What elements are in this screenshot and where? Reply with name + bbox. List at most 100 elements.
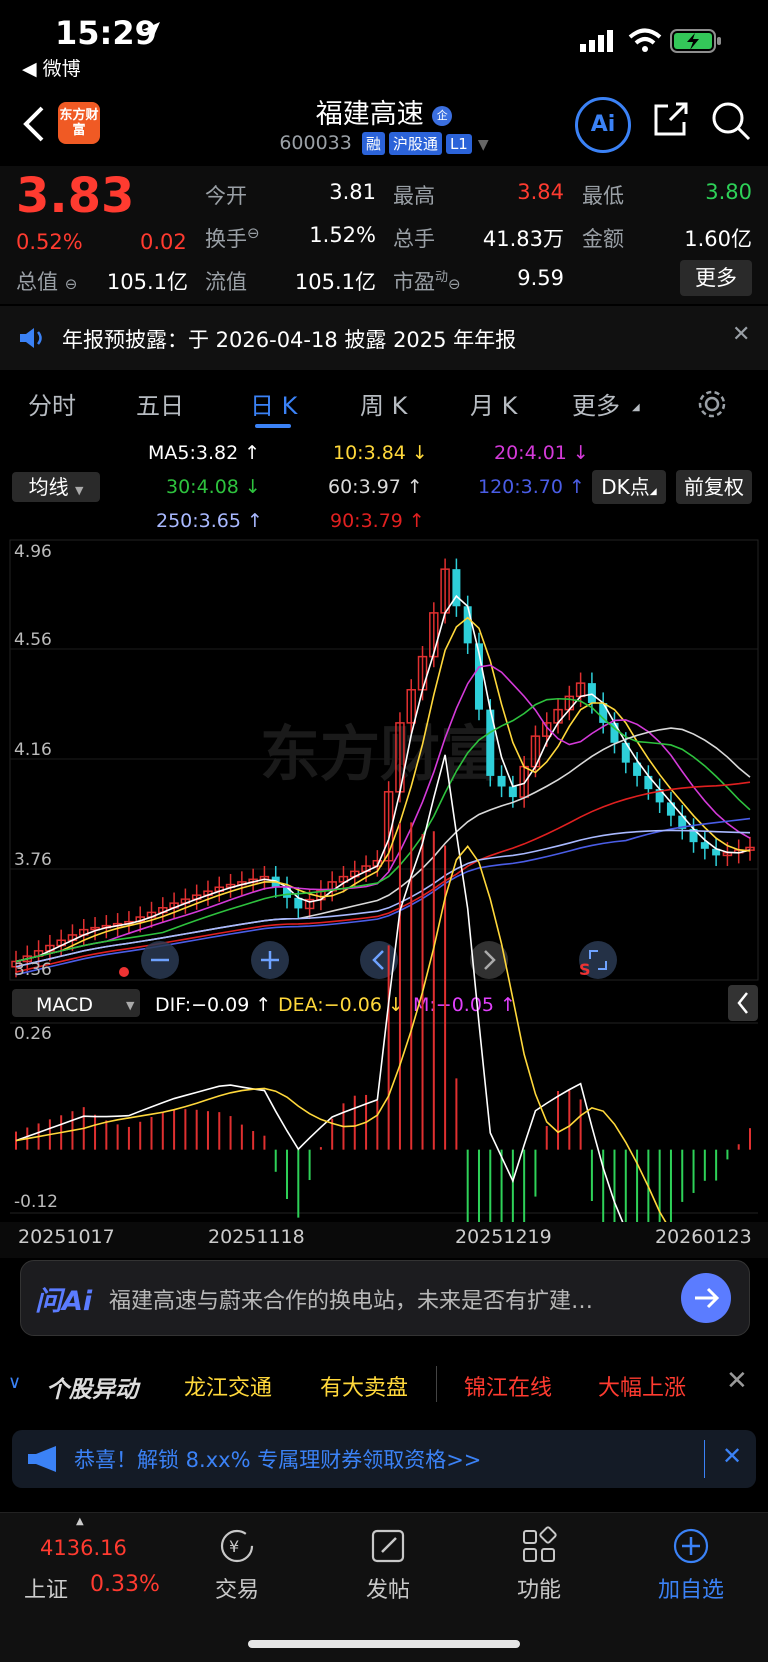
ticker-stock-1[interactable]: 龙江交通 (184, 1370, 272, 1402)
amount-value: 1.60亿 (684, 227, 752, 251)
last-price: 3.83 (16, 168, 135, 224)
float-label: 流值 (205, 270, 247, 294)
app-logo: 东方财富 (58, 102, 100, 144)
turnover-label: 换手 (205, 227, 247, 251)
tab-weekly-k[interactable]: 周 K (360, 386, 407, 421)
ai-send-button[interactable] (681, 1273, 731, 1323)
nav-add-watchlist[interactable]: 加自选 (636, 1512, 746, 1604)
status-bar: 15:29 ◀ 微博 (0, 0, 768, 90)
open-value: 3.81 (329, 180, 376, 204)
ticker-stock-2[interactable]: 锦江在线 (464, 1370, 552, 1402)
level-tag: L1 (445, 133, 472, 154)
high-label: 最高 (393, 184, 435, 208)
ticker-event-1[interactable]: 有大卖盘 (320, 1370, 408, 1402)
candle-body (587, 683, 596, 704)
nav-trade[interactable]: ¥ 交易 (182, 1512, 292, 1604)
arrow-right-icon (695, 1287, 720, 1309)
ma90-label: 90:3.79 ↑ (330, 510, 425, 532)
tab-daily-k[interactable]: 日 K (250, 386, 297, 421)
dk-point-label: DK点 (601, 475, 650, 499)
ticker-event-2[interactable]: 大幅上涨 (598, 1370, 686, 1402)
date-label-4: 20260123 (655, 1226, 752, 1248)
chevron-down-icon: ▼ (74, 484, 84, 497)
stock-header: 福建高速 企 600033 融沪股通 L1 ▼ Ai (0, 92, 768, 164)
high-value: 3.84 (517, 180, 564, 204)
chevron-down-icon: ▼ (126, 999, 135, 1012)
change-value: 0.02 (140, 230, 187, 254)
indicator-mode-select[interactable]: 均线 ▼ (12, 472, 100, 502)
adjust-button[interactable]: 前复权 (676, 470, 752, 504)
chevron-down-icon[interactable]: ∨ (8, 1372, 21, 1393)
settings-gear-icon[interactable] (696, 388, 728, 420)
kline-chart-area[interactable]: 东方财富 4.96 4.56 4.16 3.76 3.36 S MACD ▼ D… (0, 535, 768, 1631)
promo-banner[interactable]: 恭喜！解锁 8.xx% 专属理财券领取资格>> ✕ (12, 1430, 756, 1488)
nav-trade-label: 交易 (214, 1578, 259, 1603)
pe-sup: 动 (435, 270, 449, 285)
notice-bar[interactable]: 年报预披露：于 2026-04-18 披露 2025 年年报 ✕ (0, 306, 768, 370)
ai-question-bar[interactable]: 问Ai 福建高速与蔚来合作的换电站，未来是否有扩建… (20, 1260, 750, 1336)
dropdown-corner-icon: ◢ (632, 402, 640, 413)
search-icon[interactable] (710, 100, 752, 142)
macd-y-top: 0.26 (14, 1024, 52, 1044)
tab-more[interactable]: 更多 (572, 386, 620, 421)
stock-alert-ticker: ∨ 个股异动 龙江交通 有大卖盘 锦江在线 大幅上涨 ✕ (0, 1350, 768, 1434)
y-label-top: 4.96 (14, 542, 52, 562)
signal-icon (580, 30, 613, 52)
close-icon[interactable]: ✕ (726, 1366, 748, 1396)
nav-add-watchlist-label: 加自选 (657, 1578, 724, 1603)
ticker-label: 个股异动 (46, 1377, 138, 1403)
date-label-3: 20251219 (455, 1226, 552, 1248)
macd-m: M:−0.05 ↑ (413, 994, 516, 1016)
notice-text: 年报预披露：于 2026-04-18 披露 2025 年年报 (62, 328, 517, 352)
collapse-panel-button[interactable] (728, 985, 758, 1021)
nav-post[interactable]: 发帖 (333, 1512, 443, 1604)
amount-label: 金额 (582, 227, 624, 251)
chevron-down-icon[interactable]: ▼ (478, 137, 489, 153)
info-icon[interactable]: ⊖ (448, 275, 461, 293)
date-axis: 20251017 20251118 20251219 20260123 (0, 1222, 768, 1258)
mcap-value: 105.1亿 (106, 270, 188, 294)
index-value[interactable]: 4136.16 (40, 1536, 127, 1560)
index-change[interactable]: 0.33% (90, 1572, 160, 1597)
info-icon[interactable]: ⊖ (247, 224, 260, 242)
promo-text: 恭喜！解锁 8.xx% 专属理财券领取资格>> (74, 1448, 482, 1472)
info-icon[interactable]: ⊖ (65, 275, 78, 293)
share-icon[interactable] (650, 100, 690, 140)
candle-body (666, 802, 675, 816)
edit-icon (371, 1529, 405, 1563)
caret-up-icon: ▲ (76, 1516, 84, 1527)
back-to-app-link[interactable]: ◀ 微博 (22, 54, 81, 81)
ma-legend: MA5:3.82 ↑ 10:3.84 ↓ 20:4.01 ↓ 均线 ▼ 30:4… (0, 436, 768, 534)
watermark: 东方财富 (260, 720, 500, 790)
enterprise-badge: 企 (432, 105, 453, 126)
zoom-out-button[interactable] (141, 941, 179, 979)
speaker-icon (20, 328, 42, 348)
close-icon[interactable]: ✕ (722, 1442, 742, 1470)
index-name[interactable]: 上证 (24, 1572, 68, 1604)
quote-panel: 3.83 0.52% 0.02 总值 ⊖ 105.1亿 今开 3.81 换手⊖ … (0, 166, 768, 304)
stock-name: 福建高速 (315, 99, 424, 130)
tab-five-day[interactable]: 五日 (136, 386, 184, 421)
open-label: 今开 (205, 184, 247, 208)
wifi-icon (628, 28, 662, 52)
close-icon[interactable]: ✕ (732, 322, 750, 347)
stock-code: 600033 (279, 132, 352, 154)
more-button[interactable]: 更多 (680, 260, 752, 296)
trade-icon: ¥ (220, 1529, 254, 1563)
zoom-in-button[interactable] (251, 941, 289, 979)
nav-functions[interactable]: 功能 (484, 1512, 594, 1604)
tab-intraday[interactable]: 分时 (28, 386, 76, 421)
volume-value: 41.83万 (482, 227, 564, 251)
ai-button[interactable]: Ai (575, 97, 631, 153)
ma20-label: 20:4.01 ↓ (494, 442, 589, 464)
macd-histogram (15, 822, 751, 1631)
ma30-label: 30:4.08 ↓ (166, 476, 261, 498)
date-label-1: 20251017 (18, 1226, 115, 1248)
ma250-label: 250:3.65 ↑ (156, 510, 263, 532)
megaphone-icon (28, 1446, 56, 1472)
ai-brand: 问Ai (35, 1286, 93, 1317)
nav-post-label: 发帖 (365, 1578, 410, 1603)
macd-mode-label: MACD (36, 994, 93, 1016)
tab-monthly-k[interactable]: 月 K (470, 386, 517, 421)
dk-point-button[interactable]: DK点◢ (592, 470, 666, 504)
